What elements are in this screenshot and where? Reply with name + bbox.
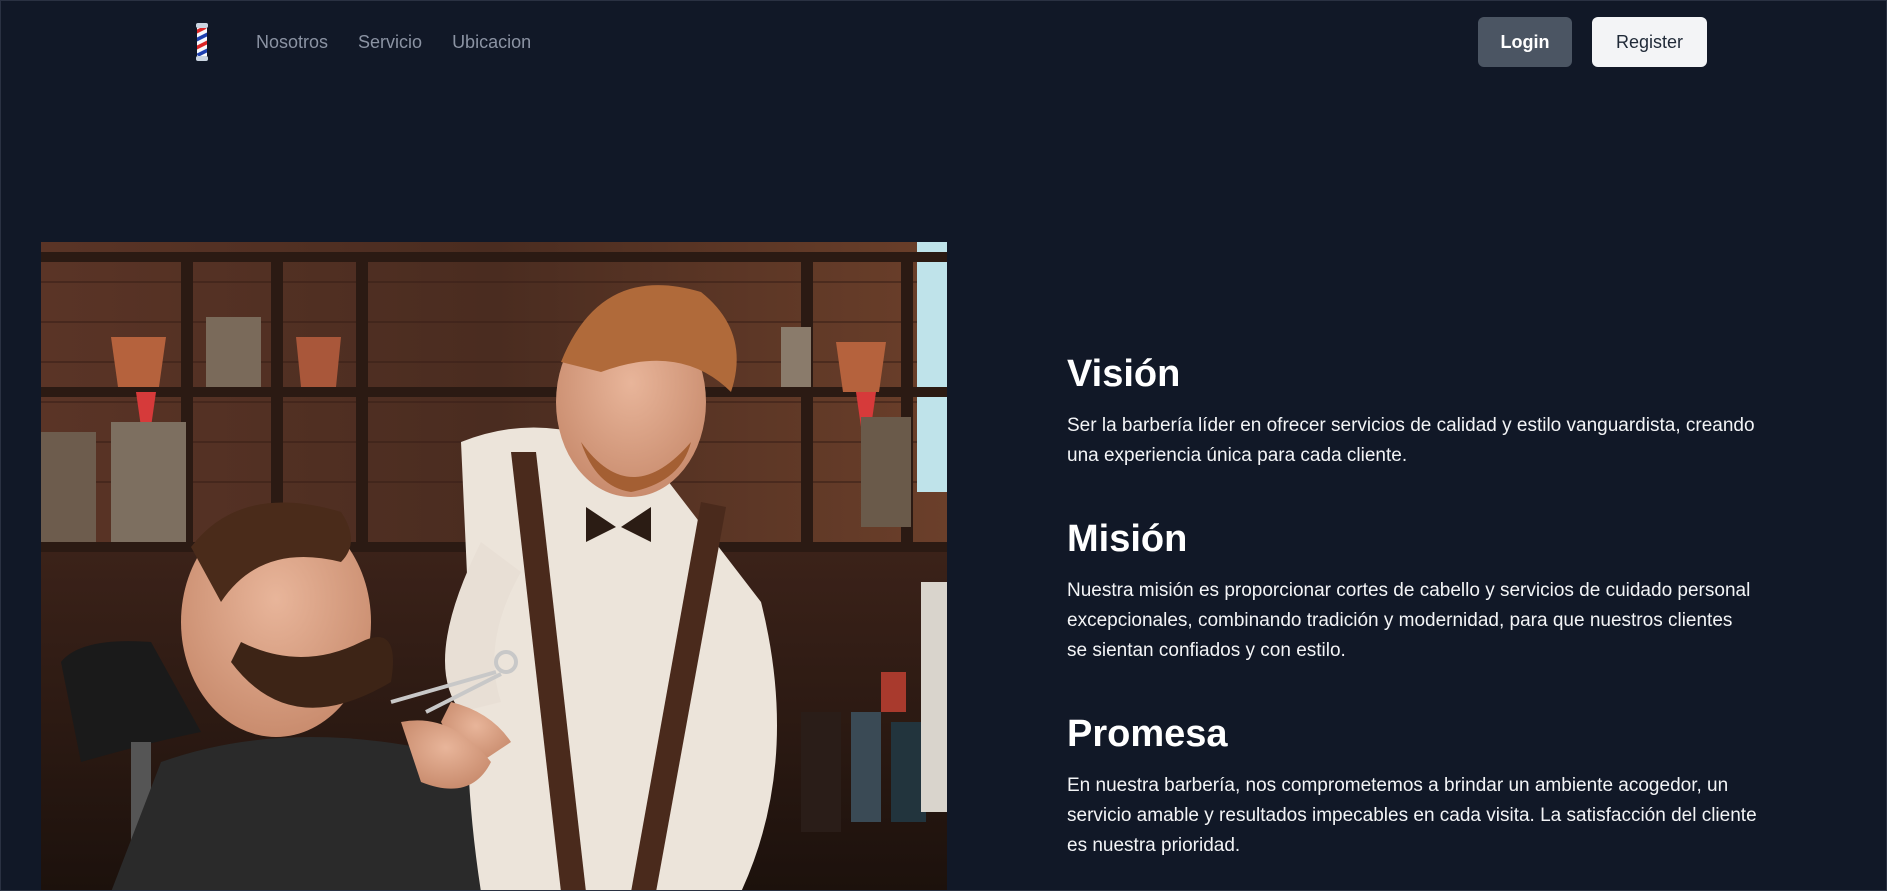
vision-section: Visión Ser la barbería líder en ofrecer … [1067, 349, 1757, 471]
navbar: Nosotros Servicio Ubicacion Login Regist… [1, 1, 1886, 85]
nav-link-nosotros[interactable]: Nosotros [256, 32, 328, 53]
nav-links: Nosotros Servicio Ubicacion [256, 32, 531, 53]
vision-text: Ser la barbería líder en ofrecer servici… [1067, 415, 1755, 466]
page: Nosotros Servicio Ubicacion Login Regist… [0, 0, 1887, 891]
promise-title: Promesa [1067, 713, 1228, 755]
barber-pole-icon[interactable] [194, 23, 210, 61]
mission-text: Nuestra misión es proporcionar cortes de… [1067, 580, 1751, 661]
login-button[interactable]: Login [1478, 17, 1572, 67]
mission-section: Misión Nuestra misión es proporcionar co… [1067, 514, 1757, 666]
barber-trimming-beard-photo [41, 242, 947, 890]
mission-title: Misión [1067, 518, 1188, 560]
register-button[interactable]: Register [1592, 17, 1707, 67]
vision-title: Visión [1067, 353, 1181, 395]
promise-text: En nuestra barbería, nos comprometemos a… [1067, 775, 1757, 856]
promise-section: Promesa En nuestra barbería, nos comprom… [1067, 709, 1757, 861]
nav-link-ubicacion[interactable]: Ubicacion [452, 32, 531, 53]
nav-link-servicio[interactable]: Servicio [358, 32, 422, 53]
